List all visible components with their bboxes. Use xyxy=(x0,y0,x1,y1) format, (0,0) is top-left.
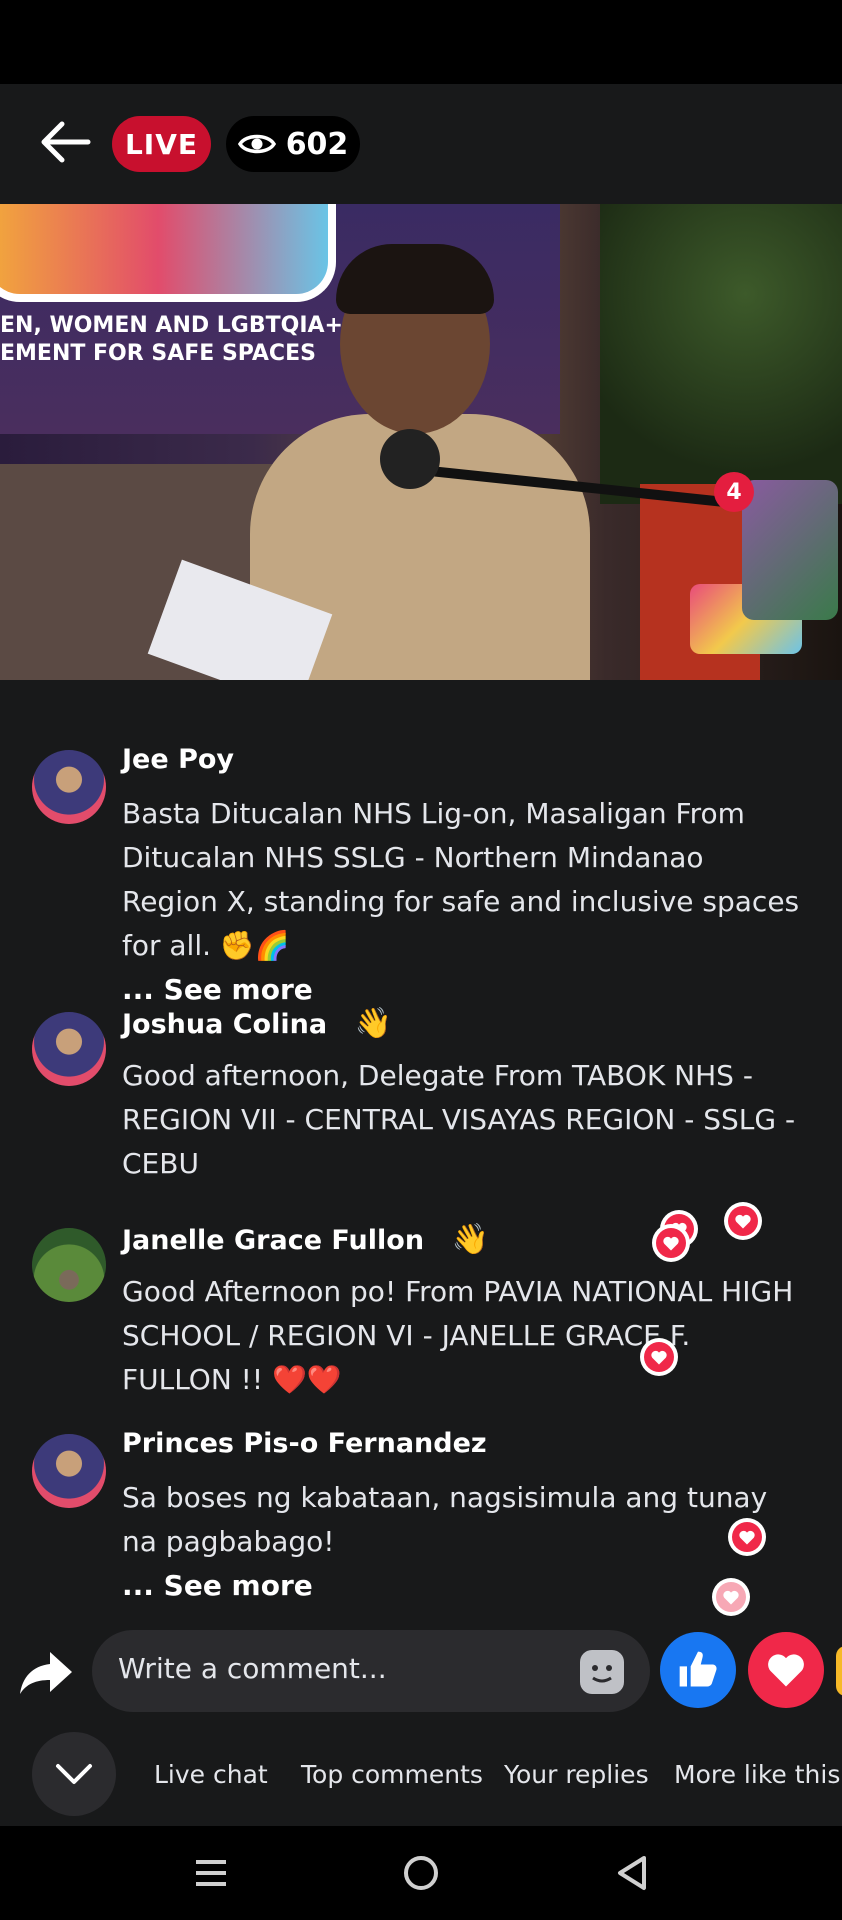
floating-heart-icon xyxy=(640,1338,678,1376)
comment-text: Good Afternoon po! From PAVIA NATIONAL H… xyxy=(122,1270,802,1402)
comment-body: Good afternoon, Delegate From TABOK NHS … xyxy=(122,1059,796,1180)
chat-tabs: Live chat Top comments Your replies More… xyxy=(0,1724,842,1824)
share-button[interactable] xyxy=(18,1648,78,1704)
thumbs-up-icon xyxy=(679,1651,717,1687)
wave-icon[interactable]: 👋 xyxy=(354,1006,391,1041)
back-triangle-icon xyxy=(618,1856,646,1890)
commenter-name[interactable]: Princes Pis-o Fernandez xyxy=(122,1428,487,1459)
commenter-name[interactable]: Janelle Grace Fullon 👋 xyxy=(122,1222,489,1257)
comment-input[interactable]: Write a comment... xyxy=(92,1630,650,1712)
comment-list: Jee Poy Basta Ditucalan NHS Lig-on, Masa… xyxy=(0,700,842,1602)
see-more-link[interactable]: ... See more xyxy=(122,973,313,1006)
comment-body: Sa boses ng kabataan, nagsisimula ang tu… xyxy=(122,1481,768,1558)
sticker-icon[interactable] xyxy=(580,1650,624,1694)
commenter-name-text: Joshua Colina xyxy=(122,1009,328,1040)
comment-text: Good afternoon, Delegate From TABOK NHS … xyxy=(122,1054,802,1186)
eye-icon xyxy=(237,134,276,154)
tab-live-chat[interactable]: Live chat xyxy=(154,1760,268,1789)
back-button[interactable] xyxy=(36,112,96,172)
tab-your-replies[interactable]: Your replies xyxy=(504,1760,649,1789)
comment-composer: Write a comment... xyxy=(0,1624,842,1724)
arrow-left-icon xyxy=(41,121,91,163)
floating-heart-icon xyxy=(652,1224,690,1262)
speaker-hair xyxy=(336,244,494,314)
comment-text: Basta Ditucalan NHS Lig-on, Masaligan Fr… xyxy=(122,792,802,1012)
more-reactions-icon[interactable] xyxy=(836,1646,842,1696)
system-nav-bar xyxy=(0,1826,842,1920)
avatar[interactable] xyxy=(32,750,106,824)
wave-icon[interactable]: 👋 xyxy=(451,1222,488,1257)
avatar[interactable] xyxy=(32,1434,106,1508)
plant xyxy=(600,204,842,504)
sticker-face-icon xyxy=(592,1665,612,1683)
floating-heart-icon xyxy=(712,1578,750,1616)
comment-body: Basta Ditucalan NHS Lig-on, Masaligan Fr… xyxy=(122,797,800,962)
recent-apps-button[interactable] xyxy=(186,1848,236,1898)
commenter-name[interactable]: Joshua Colina 👋 xyxy=(122,1006,392,1041)
comment-text: Sa boses ng kabataan, nagsisimula ang tu… xyxy=(122,1476,802,1608)
live-video[interactable]: EN, WOMEN AND LGBTQIA+ EMENT FOR SAFE SP… xyxy=(0,204,842,680)
thumbnail-count-badge: 4 xyxy=(714,472,754,512)
tab-more-like-this[interactable]: More like this xyxy=(674,1760,840,1789)
home-button[interactable] xyxy=(396,1848,446,1898)
avatar[interactable] xyxy=(32,1012,106,1086)
thumbnail-image xyxy=(742,480,838,620)
floating-heart-icon xyxy=(724,1202,762,1240)
viewer-count: 602 xyxy=(285,126,349,162)
collapse-button[interactable] xyxy=(32,1732,116,1816)
love-button[interactable] xyxy=(748,1632,824,1708)
partner-logos xyxy=(520,594,660,644)
commenter-name[interactable]: Jee Poy xyxy=(122,744,234,775)
status-bar xyxy=(0,0,842,84)
commenter-name-text: Janelle Grace Fullon xyxy=(122,1225,425,1256)
microphone xyxy=(380,429,440,489)
heart-icon xyxy=(768,1654,804,1687)
chevron-down-icon xyxy=(56,1764,92,1784)
viewer-count-badge: 602 xyxy=(226,116,360,172)
see-more-link[interactable]: ... See more xyxy=(122,1569,313,1602)
back-nav-button[interactable] xyxy=(606,1848,656,1898)
share-arrow-icon xyxy=(20,1652,72,1694)
live-badge: LIVE xyxy=(112,116,211,172)
avatar[interactable] xyxy=(32,1228,106,1302)
like-button[interactable] xyxy=(660,1632,736,1708)
floating-heart-icon xyxy=(728,1518,766,1556)
live-header: LIVE 602 xyxy=(0,84,842,204)
tab-top-comments[interactable]: Top comments xyxy=(301,1760,483,1789)
comment-body: Good Afternoon po! From PAVIA NATIONAL H… xyxy=(122,1275,794,1396)
comment-input-placeholder: Write a comment... xyxy=(118,1652,387,1685)
home-circle-icon xyxy=(404,1856,438,1890)
menu-icon xyxy=(196,1860,226,1886)
